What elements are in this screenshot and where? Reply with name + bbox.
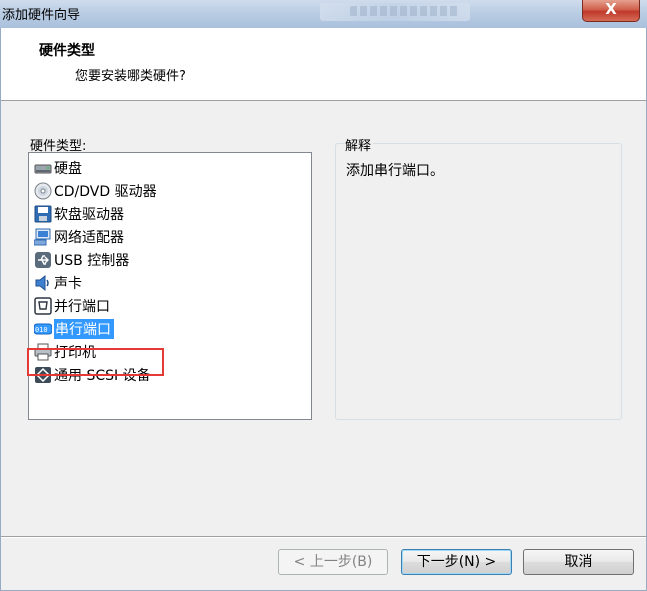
hardware-type-list[interactable]: 硬盘 CD/DVD 驱动器 软盘驱动器 网络适配器 USB 控制器 声卡 并行端… <box>28 152 312 420</box>
svg-text:010: 010 <box>35 326 48 334</box>
description-group <box>335 143 622 420</box>
list-item-hard-disk[interactable]: 硬盘 <box>34 157 82 179</box>
cancel-button[interactable]: 取消 <box>523 549 634 575</box>
page-title: 硬件类型 <box>39 43 95 59</box>
usb-icon <box>34 251 52 269</box>
title-bar[interactable]: 添加硬件向导 X <box>0 0 647 29</box>
list-item-cd-dvd[interactable]: CD/DVD 驱动器 <box>34 180 157 202</box>
page-subtitle: 您要安装哪类硬件? <box>75 69 186 84</box>
list-item-floppy[interactable]: 软盘驱动器 <box>34 203 124 225</box>
list-item-network-adapter[interactable]: 网络适配器 <box>33 226 124 248</box>
hard-disk-icon <box>34 159 52 177</box>
network-adapter-icon <box>33 228 52 246</box>
blurred-background-text <box>350 6 460 16</box>
next-button[interactable]: 下一步(N) > <box>401 549 512 575</box>
wizard-header: 硬件类型 您要安装哪类硬件? <box>1 28 646 101</box>
close-button[interactable]: X <box>582 0 640 22</box>
footer-divider <box>1 536 646 537</box>
sound-card-icon <box>34 274 52 292</box>
list-item-serial-port[interactable]: 010 串行端口 <box>33 318 114 340</box>
list-item-parallel-port[interactable]: 并行端口 <box>34 295 110 317</box>
list-item-usb-controller[interactable]: USB 控制器 <box>34 249 129 271</box>
parallel-port-icon <box>34 297 52 315</box>
back-button[interactable]: < 上一步(B) <box>278 549 388 575</box>
serial-port-icon: 010 <box>33 320 53 338</box>
description-text: 添加串行端口。 <box>346 163 444 179</box>
window-title: 添加硬件向导 <box>2 8 81 23</box>
annotation-highlight-box <box>27 348 164 376</box>
close-icon: X <box>605 0 617 18</box>
list-item-sound-card[interactable]: 声卡 <box>34 272 82 294</box>
wizard-dialog: 硬件类型 您要安装哪类硬件? 硬件类型: 硬盘 CD/DVD 驱动器 软盘驱动器 <box>0 28 647 591</box>
cd-dvd-icon <box>34 182 52 200</box>
floppy-icon <box>34 205 52 223</box>
description-label: 解释 <box>345 135 374 154</box>
